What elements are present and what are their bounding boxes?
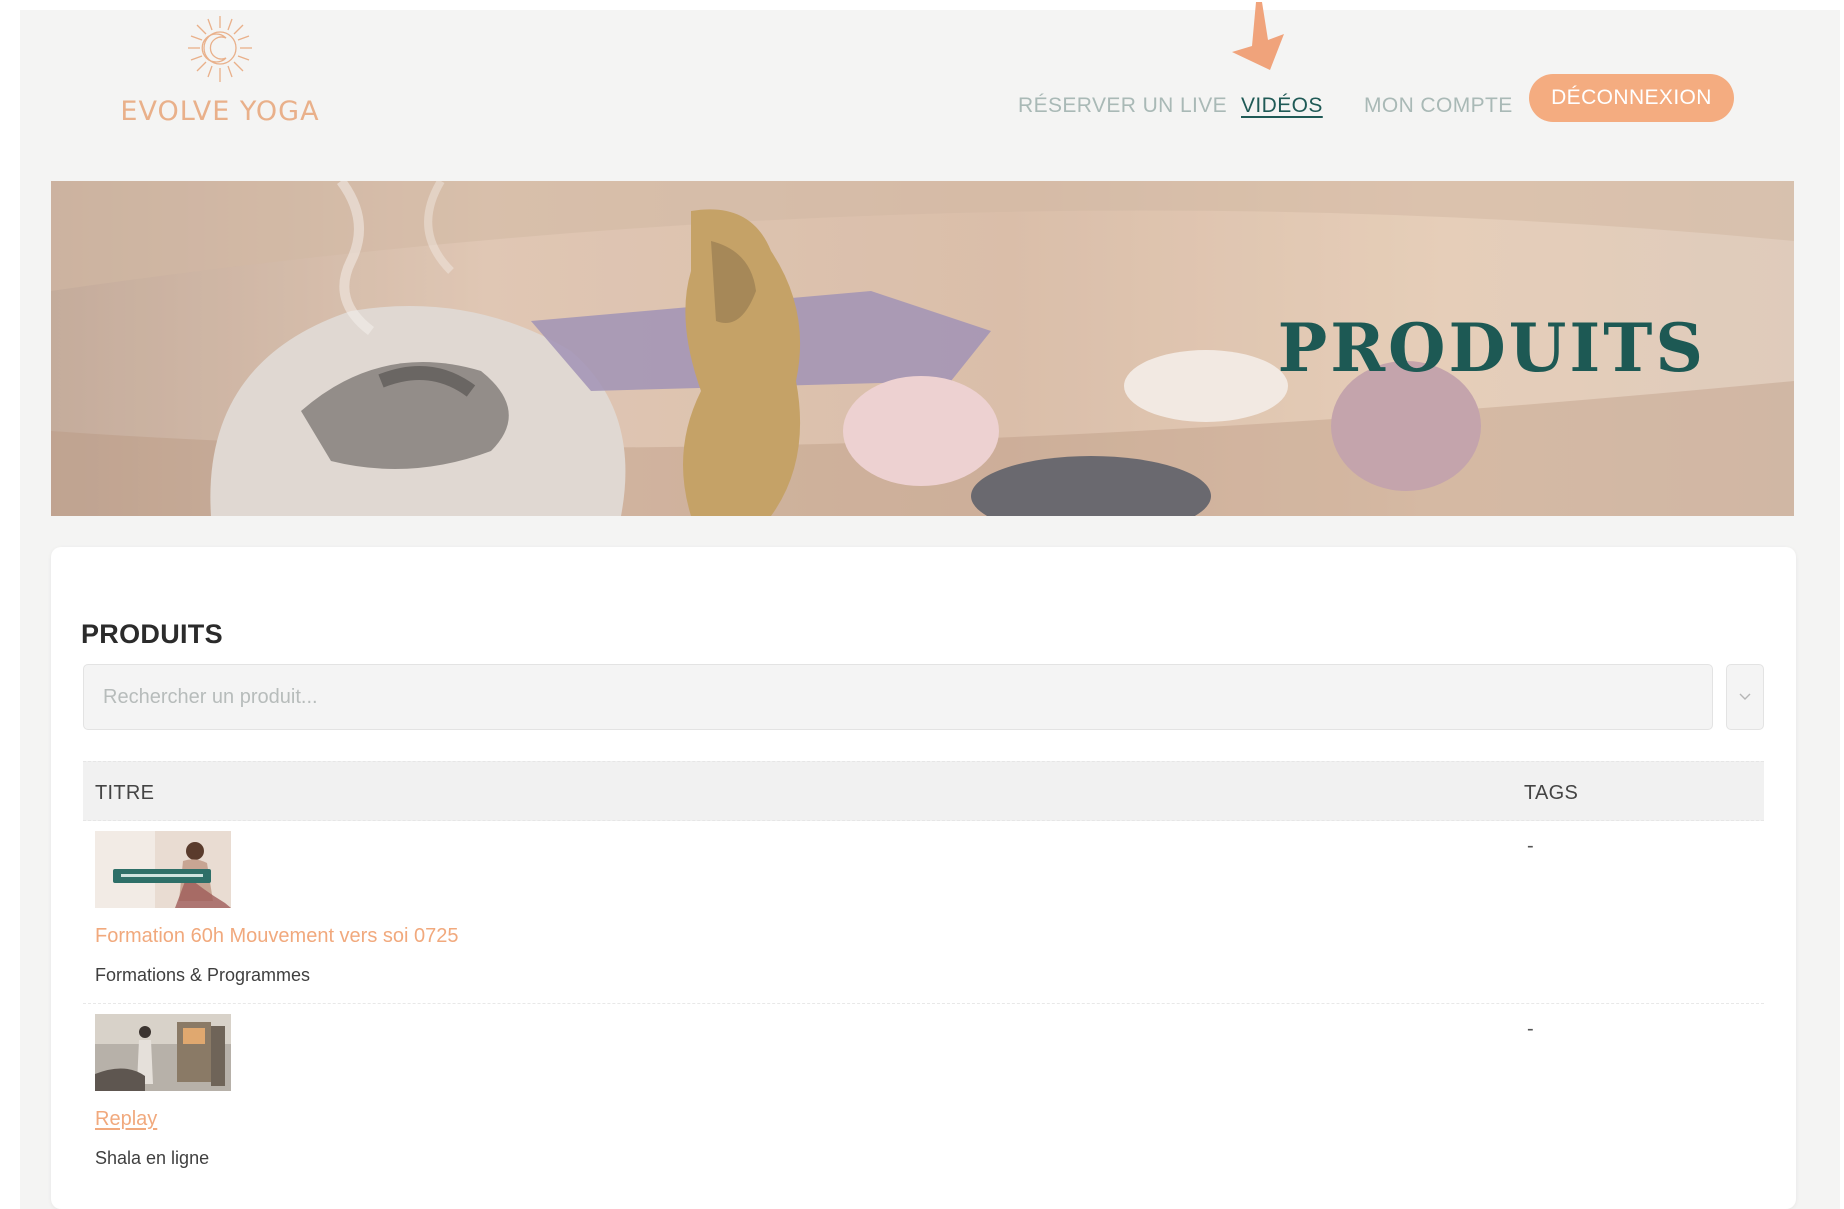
hero-banner: PRODUITS	[51, 181, 1794, 516]
table-row: Replay Shala en ligne -	[83, 1004, 1764, 1187]
product-title-link[interactable]: Replay	[95, 1108, 157, 1131]
table-header: TITRE TAGS	[83, 761, 1764, 821]
arrow-annotation-icon	[1232, 2, 1284, 70]
product-title-link[interactable]: Formation 60h Mouvement vers soi 0725	[95, 925, 459, 948]
banner-title: PRODUITS	[1277, 309, 1706, 387]
logout-button[interactable]: DÉCONNEXION	[1529, 74, 1734, 122]
product-thumbnail-image	[95, 831, 231, 908]
table-row: Formation 60h Mouvement vers soi 0725 Fo…	[83, 821, 1764, 1004]
products-table: TITRE TAGS Formation 60h Mouvement vers …	[83, 761, 1764, 1187]
products-card: PRODUITS TITRE TAGS	[51, 547, 1796, 1209]
product-thumbnail[interactable]	[95, 1014, 231, 1091]
chevron-down-icon	[1739, 693, 1751, 700]
nav-videos[interactable]: VIDÉOS	[1241, 94, 1323, 118]
column-header-tags[interactable]: TAGS	[1524, 782, 1578, 805]
column-header-title[interactable]: TITRE	[95, 782, 154, 805]
nav-mon-compte[interactable]: MON COMPTE	[1364, 94, 1513, 118]
nav-reserver-un-live[interactable]: RÉSERVER UN LIVE	[1018, 94, 1227, 118]
product-category: Formations & Programmes	[95, 965, 311, 985]
main-nav: RÉSERVER UN LIVE VIDÉOS MON COMPTE DÉCON…	[20, 74, 1840, 124]
product-tags: -	[1527, 1018, 1534, 1040]
products-heading: PRODUITS	[81, 619, 223, 649]
product-tags: -	[1527, 835, 1534, 857]
filter-dropdown-button[interactable]	[1726, 664, 1764, 730]
product-search-input[interactable]	[83, 664, 1713, 730]
product-category: Shala en ligne	[95, 1148, 210, 1168]
product-thumbnail[interactable]	[95, 831, 231, 908]
product-thumbnail-image	[95, 1014, 231, 1091]
page: EVOLVE YOGA RÉSERVER UN LIVE VIDÉOS MON …	[20, 2, 1840, 1209]
